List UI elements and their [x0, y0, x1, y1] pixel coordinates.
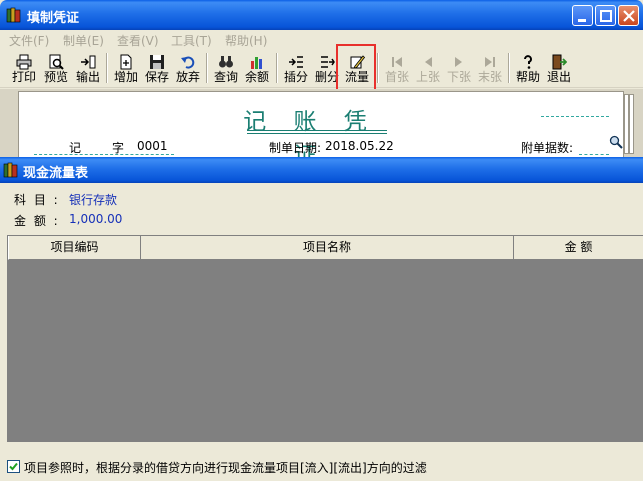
toolbar-separator	[276, 53, 278, 83]
main-window-titlebar[interactable]: 填制凭证	[0, 0, 643, 30]
next-voucher-button[interactable]: 下张	[443, 51, 475, 85]
undo-icon	[181, 56, 195, 69]
print-button[interactable]: 打印	[8, 51, 40, 85]
toolbar: 打印 预览 输出 增加 保存 放弃 查询 余额 插分 删分 流量 首张 上张 下…	[0, 48, 643, 88]
toolbar-separator	[377, 53, 379, 83]
maximize-button[interactable]	[595, 5, 616, 26]
toolbar-separator	[508, 53, 510, 83]
books-app-icon	[3, 162, 18, 178]
menu-view[interactable]: 查看(V)	[117, 32, 159, 49]
minimize-button[interactable]	[572, 5, 593, 26]
binoculars-icon	[219, 56, 233, 68]
menu-make[interactable]: 制单(E)	[63, 32, 104, 49]
subject-label: 科 目 :	[14, 193, 60, 207]
cash-flow-dialog-titlebar[interactable]: 现金流量表	[0, 157, 643, 183]
minimize-icon	[578, 19, 586, 22]
voucher-dotted-line	[34, 154, 174, 155]
cash-flow-items-grid[interactable]: 项目编码 项目名称 金 额	[7, 235, 643, 442]
voucher-stack-edge	[629, 94, 634, 154]
new-page-icon	[120, 54, 132, 70]
menu-help[interactable]: 帮助(H)	[225, 32, 267, 49]
menu-file[interactable]: 文件(F)	[9, 32, 49, 49]
column-header-amount[interactable]: 金 额	[514, 236, 643, 260]
column-header-item-name[interactable]: 项目名称	[141, 236, 514, 260]
voucher-title-underline	[247, 133, 387, 134]
dialog-title: 现金流量表	[23, 166, 89, 181]
preview-button[interactable]: 预览	[40, 51, 72, 85]
voucher-number[interactable]: 0001	[137, 139, 168, 153]
toolbar-separator	[106, 53, 108, 83]
menu-tools[interactable]: 工具(T)	[171, 32, 212, 49]
help-button[interactable]: 帮助	[512, 51, 544, 85]
subject-value: 银行存款	[69, 193, 118, 207]
balance-button[interactable]: 余额	[241, 51, 273, 85]
export-button[interactable]: 输出	[72, 51, 104, 85]
direction-filter-checkbox[interactable]	[7, 460, 20, 473]
voucher-title-underline	[247, 130, 387, 131]
voucher-paper: 记 账 凭 证 记 字 0001 制单日期: 2018.05.22 附单据数:	[18, 91, 624, 169]
question-mark-icon	[524, 55, 532, 69]
next-page-icon	[455, 57, 462, 67]
voucher-date-label: 制单日期:	[269, 141, 322, 155]
save-button[interactable]: 保存	[141, 51, 173, 85]
insert-row-icon	[289, 56, 303, 68]
query-button[interactable]: 查询	[210, 51, 242, 85]
amount-value: 1,000.00	[69, 212, 123, 226]
voucher-date[interactable]: 2018.05.22	[325, 139, 394, 153]
exit-door-icon	[552, 54, 567, 70]
amount-label: 金 额 :	[14, 214, 60, 228]
magnifier-page-icon	[49, 54, 64, 70]
first-page-icon	[392, 57, 402, 67]
last-voucher-button[interactable]: 末张	[474, 51, 506, 85]
prev-page-icon	[425, 57, 432, 67]
floppy-disk-icon	[150, 55, 164, 69]
first-voucher-button[interactable]: 首张	[381, 51, 413, 85]
insert-split-button[interactable]: 插分	[280, 51, 312, 85]
add-button[interactable]: 增加	[110, 51, 142, 85]
discard-button[interactable]: 放弃	[172, 51, 204, 85]
bar-chart-icon	[251, 57, 262, 69]
search-icon[interactable]	[609, 135, 623, 149]
close-icon	[623, 10, 635, 22]
voucher-dotted-line	[579, 154, 609, 155]
toolbar-separator	[206, 53, 208, 83]
delete-row-icon	[321, 56, 335, 68]
exit-button[interactable]: 退出	[543, 51, 575, 85]
column-header-item-code[interactable]: 项目编码	[8, 236, 141, 260]
voucher-area: 记 账 凭 证 记 字 0001 制单日期: 2018.05.22 附单据数:	[0, 89, 643, 169]
window-title: 填制凭证	[27, 11, 80, 26]
export-icon	[81, 55, 96, 69]
close-button[interactable]	[618, 5, 639, 26]
printer-icon	[16, 54, 32, 70]
direction-filter-label: 项目参照时，根据分录的借贷方向进行现金流量项目[流入][流出]方向的过滤	[24, 461, 427, 475]
last-page-icon	[485, 57, 495, 67]
menu-bar: 文件(F) 制单(E) 查看(V) 工具(T) 帮助(H)	[0, 30, 643, 48]
attachments-label: 附单据数:	[521, 141, 574, 155]
maximize-icon	[600, 10, 612, 22]
books-app-icon	[6, 7, 21, 23]
checkmark-icon	[9, 462, 18, 471]
voucher-dotted-line	[541, 116, 609, 117]
prev-voucher-button[interactable]: 上张	[412, 51, 444, 85]
